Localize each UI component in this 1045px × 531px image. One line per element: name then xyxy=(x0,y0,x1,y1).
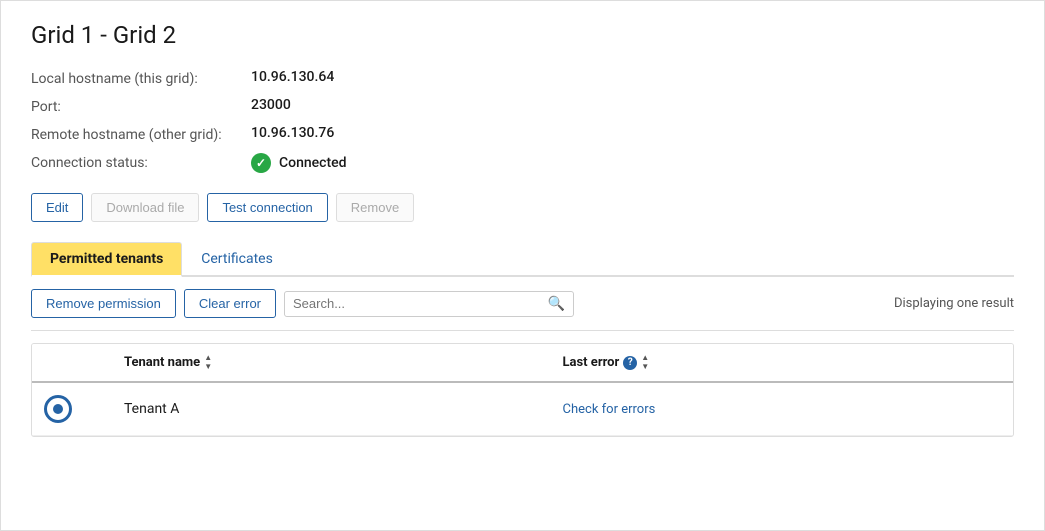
page-title: Grid 1 - Grid 2 xyxy=(31,21,1014,49)
local-hostname-label: Local hostname (this grid): xyxy=(31,69,251,87)
connected-check-icon xyxy=(251,153,271,173)
tenant-name-sort[interactable]: ▲ ▼ xyxy=(204,354,212,371)
remove-button[interactable]: Remove xyxy=(336,193,414,222)
result-count: Displaying one result xyxy=(894,296,1014,311)
tenant-icon-cell xyxy=(44,395,124,423)
table-header: Tenant name ▲ ▼ Last error ? ▲ ▼ xyxy=(32,344,1013,383)
tenant-last-error-cell: Check for errors xyxy=(563,401,1002,417)
last-error-help-icon[interactable]: ? xyxy=(623,356,637,370)
search-input[interactable] xyxy=(293,296,548,311)
toolbar: Remove permission Clear error 🔍 Displayi… xyxy=(31,277,1014,331)
port-value: 23000 xyxy=(251,97,1014,115)
search-icon: 🔍 xyxy=(548,296,565,312)
th-last-error: Last error ? ▲ ▼ xyxy=(563,354,1002,371)
table-row: Tenant A Check for errors xyxy=(32,383,1013,436)
edit-button[interactable]: Edit xyxy=(31,193,83,222)
th-tenant-name: Tenant name ▲ ▼ xyxy=(124,354,563,371)
th-icon xyxy=(44,354,124,371)
action-buttons: Edit Download file Test connection Remov… xyxy=(31,193,1014,222)
search-box: 🔍 xyxy=(284,291,574,317)
connection-status-label: Connection status: xyxy=(31,153,251,173)
tab-permitted-tenants[interactable]: Permitted tenants xyxy=(31,242,182,277)
remote-hostname-label: Remote hostname (other grid): xyxy=(31,125,251,143)
connection-status-value: Connected xyxy=(251,153,1014,173)
download-file-button: Download file xyxy=(91,193,199,222)
local-hostname-value: 10.96.130.64 xyxy=(251,69,1014,87)
tenant-icon-inner xyxy=(53,404,63,414)
port-label: Port: xyxy=(31,97,251,115)
test-connection-button[interactable]: Test connection xyxy=(207,193,327,222)
table-container: Tenant name ▲ ▼ Last error ? ▲ ▼ xyxy=(31,343,1014,437)
check-for-errors-link[interactable]: Check for errors xyxy=(563,402,656,417)
last-error-sort[interactable]: ▲ ▼ xyxy=(641,354,649,371)
tenant-name-cell: Tenant A xyxy=(124,401,563,417)
connection-status-text: Connected xyxy=(279,155,347,171)
info-grid: Local hostname (this grid): 10.96.130.64… xyxy=(31,69,1014,173)
tabs: Permitted tenants Certificates xyxy=(31,242,1014,277)
remote-hostname-value: 10.96.130.76 xyxy=(251,125,1014,143)
clear-error-button[interactable]: Clear error xyxy=(184,289,276,318)
tenant-icon xyxy=(44,395,72,423)
page-container: Grid 1 - Grid 2 Local hostname (this gri… xyxy=(0,0,1045,531)
tab-certificates[interactable]: Certificates xyxy=(182,242,292,277)
remove-permission-button[interactable]: Remove permission xyxy=(31,289,176,318)
